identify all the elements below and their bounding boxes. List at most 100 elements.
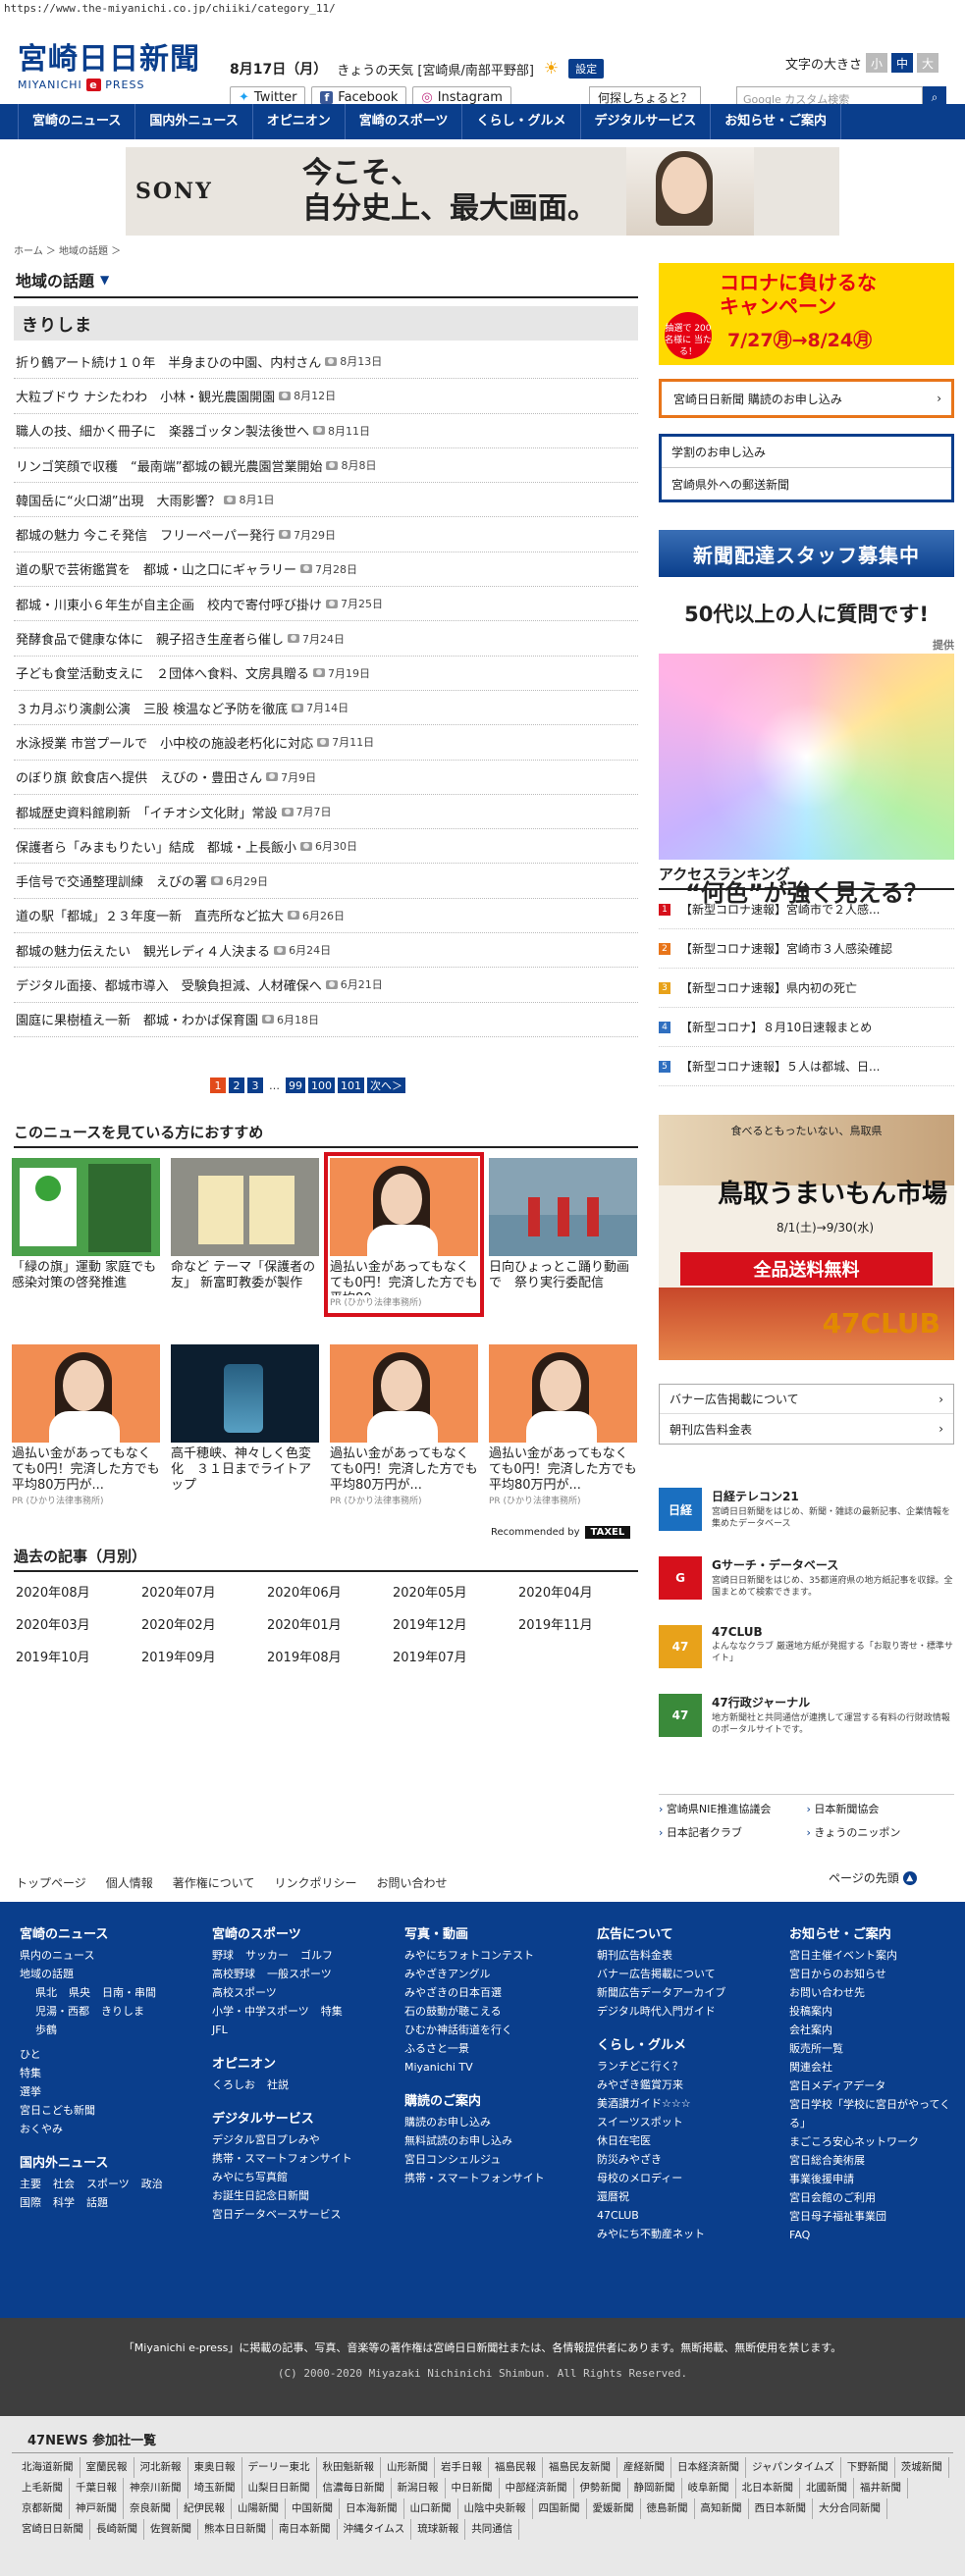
next-page-button[interactable]: 次へ＞ bbox=[367, 1078, 405, 1093]
footer-link[interactable]: ひむか神話街道を行く bbox=[404, 2021, 545, 2039]
member-paper-link[interactable]: 茨城新聞 bbox=[895, 2457, 949, 2478]
footer-link[interactable]: 小学・中学スポーツ bbox=[212, 2002, 309, 2021]
footer-link[interactable]: みやにちフォトコンテスト bbox=[404, 1946, 545, 1965]
member-paper-link[interactable]: 山陰中央新報 bbox=[458, 2498, 533, 2519]
footer-link[interactable]: 防災みやざき bbox=[597, 2150, 725, 2169]
article-item[interactable]: 韓国岳に“火口湖”出現 大雨影響？ 8月1日 bbox=[14, 483, 638, 518]
article-item[interactable]: 保護者ら「みまもりたい」結成 都城・上長飯小 6月30日 bbox=[14, 829, 638, 865]
footer-link[interactable]: 児湯・西都 bbox=[35, 2002, 89, 2021]
member-paper-link[interactable]: 紀伊民報 bbox=[178, 2498, 232, 2519]
service-item[interactable]: 日経 日経テレコン21 宮崎日日新聞をはじめ、新聞・雑誌の最新記事、企業情報を集めた… bbox=[659, 1484, 954, 1552]
ranking-item[interactable]: 4 【新型コロナ】８月10日速報まとめ bbox=[659, 1008, 954, 1047]
nav-life-gourmet[interactable]: くらし・グルメ bbox=[462, 104, 581, 139]
member-paper-link[interactable]: 共同通信 bbox=[465, 2519, 520, 2540]
ad-color-quiz[interactable]: 50代以上の人に質問です! 提供 “何色”が強く見える？ bbox=[659, 599, 954, 908]
member-paper-link[interactable]: 新潟日報 bbox=[392, 2478, 446, 2498]
article-item[interactable]: 道の駅「都城」２３年度一新 直売所など拡大 6月26日 bbox=[14, 899, 638, 934]
footer-link[interactable]: サッカー bbox=[245, 1946, 289, 1965]
nav-world-news[interactable]: 国内外ニュース bbox=[135, 104, 253, 139]
footer-link[interactable]: おくやみ bbox=[20, 2120, 177, 2138]
campaign-banner[interactable]: コロナに負けるな キャンペーン 抽選で 200名様に 当たる！ 7/27㊊→8/2… bbox=[659, 263, 954, 365]
footer-link[interactable]: 宮日こども新聞 bbox=[20, 2101, 177, 2120]
service-item[interactable]: 47 47CLUB よんななクラブ 厳選地方紙が発掘する「お取り寄せ・標準サイト」 bbox=[659, 1621, 954, 1690]
weather-label[interactable]: きょうの天気 [宮崎県/南部平野部] bbox=[337, 60, 534, 79]
member-paper-link[interactable]: 奈良新聞 bbox=[124, 2498, 178, 2519]
nav-info[interactable]: お知らせ・ご案内 bbox=[711, 104, 841, 139]
footer-link[interactable]: スイーツスポット bbox=[597, 2113, 725, 2131]
member-paper-link[interactable]: 長崎新聞 bbox=[90, 2519, 144, 2540]
footer-link[interactable]: 社説 bbox=[267, 2076, 289, 2094]
service-item[interactable]: 47 47行政ジャーナル 地方新聞社と共同通信が連携して運営する有料の行財政情報のポ… bbox=[659, 1690, 954, 1759]
footer-link[interactable]: 野球 bbox=[212, 1946, 234, 1965]
footer-link[interactable]: 選挙 bbox=[20, 2082, 177, 2101]
footer-link[interactable]: 美酒讃ガイド☆☆☆ bbox=[597, 2094, 725, 2113]
member-paper-link[interactable]: 北國新聞 bbox=[800, 2478, 854, 2498]
member-paper-link[interactable]: 宮崎日日新聞 bbox=[16, 2519, 90, 2540]
footer-link[interactable]: 携帯・スマートフォンサイト bbox=[212, 2149, 369, 2168]
member-paper-link[interactable]: 伊勢新聞 bbox=[574, 2478, 628, 2498]
archive-month-link[interactable]: 2019年12月 bbox=[393, 1614, 518, 1633]
member-paper-link[interactable]: 日本海新聞 bbox=[340, 2498, 404, 2519]
article-item[interactable]: デジタル面接、都城市導入 受験負担減、人材確保へ 6月21日 bbox=[14, 968, 638, 1003]
member-paper-link[interactable]: 山口新聞 bbox=[404, 2498, 458, 2519]
footer-link[interactable]: 宮日総合美術展 bbox=[789, 2151, 956, 2170]
member-paper-link[interactable]: 埼玉新聞 bbox=[188, 2478, 242, 2498]
member-paper-link[interactable]: 琉球新報 bbox=[411, 2519, 466, 2540]
page-link[interactable]: 100 bbox=[308, 1078, 335, 1093]
footer-link[interactable]: 無料試読のお申し込み bbox=[404, 2131, 545, 2150]
article-item[interactable]: 子ども食堂活動支えに ２団体へ食料、文房具贈る 7月19日 bbox=[14, 657, 638, 691]
footer-link[interactable]: 高校スポーツ bbox=[212, 1983, 277, 2002]
page-top-button[interactable]: ページの先頭 ▲ bbox=[829, 1869, 917, 1886]
recommend-item-pr[interactable]: 過払い金があってもなくても0円！完済した方でも平均80万円が... PR (ひか… bbox=[330, 1344, 478, 1509]
article-item[interactable]: 都城歴史資料館刷新 「イチオシ文化財」常設 7月7日 bbox=[14, 795, 638, 830]
member-paper-link[interactable]: 千葉日報 bbox=[70, 2478, 124, 2498]
member-paper-link[interactable]: 日本経済新聞 bbox=[671, 2457, 746, 2478]
footer-link[interactable]: JFL bbox=[212, 2021, 228, 2039]
member-paper-link[interactable]: 京都新聞 bbox=[16, 2498, 70, 2519]
footer-link[interactable]: みやにち不動産ネット bbox=[597, 2225, 725, 2243]
member-paper-link[interactable]: 沖縄タイムス bbox=[338, 2519, 412, 2540]
archive-month-link[interactable]: 2019年07月 bbox=[393, 1647, 518, 1665]
footer-link[interactable]: 宮日会館のご利用 bbox=[789, 2188, 956, 2207]
archive-month-link[interactable]: 2019年11月 bbox=[518, 1614, 644, 1633]
footer-link[interactable]: 地域の話題 bbox=[20, 1965, 177, 1983]
footer-link[interactable]: お誕生日記念日新聞 bbox=[212, 2186, 369, 2205]
footer-link[interactable]: みやざき鑑賞万来 bbox=[597, 2076, 725, 2094]
footer-link[interactable]: リンクポリシー bbox=[274, 1874, 356, 1891]
footer-link[interactable]: Miyanichi TV bbox=[404, 2058, 545, 2077]
site-logo[interactable]: 宮崎日日新聞 MIYANICHI e PRESS bbox=[18, 43, 202, 91]
footer-link[interactable]: ひと bbox=[20, 2045, 177, 2064]
member-paper-link[interactable]: ジャパンタイムズ bbox=[746, 2457, 841, 2478]
footer-link[interactable]: 話題 bbox=[86, 2193, 108, 2212]
footer-link[interactable]: トップページ bbox=[16, 1874, 86, 1891]
member-paper-link[interactable]: デーリー東北 bbox=[242, 2457, 317, 2478]
footer-link[interactable]: 一般スポーツ bbox=[267, 1965, 332, 1983]
footer-link[interactable]: 県北 bbox=[35, 1983, 57, 2002]
footer-link[interactable]: 政治 bbox=[141, 2175, 163, 2193]
footer-link[interactable]: くろしお bbox=[212, 2076, 255, 2094]
article-item[interactable]: 折り鶴アート続け１０年 半身まひの中園、内村さん 8月13日 bbox=[14, 344, 638, 380]
footer-link[interactable]: 国際 bbox=[20, 2193, 41, 2212]
footer-link[interactable]: スポーツ bbox=[86, 2175, 130, 2193]
footer-link[interactable]: 還暦祝 bbox=[597, 2187, 725, 2206]
member-paper-link[interactable]: 中部経済新聞 bbox=[500, 2478, 574, 2498]
article-item[interactable]: 大粒ブドウ ナシたわわ 小林・観光農園開園 8月12日 bbox=[14, 379, 638, 414]
nav-opinion[interactable]: オピニオン bbox=[253, 104, 346, 139]
recommended-by[interactable]: Recommended by TAXEL bbox=[491, 1526, 631, 1539]
footer-link[interactable]: 販売所一覧 bbox=[789, 2039, 956, 2058]
recommend-item-pr[interactable]: 過払い金があってもなくても0円！完済した方でも平均80万円が... PR (ひか… bbox=[12, 1344, 160, 1509]
footer-link[interactable]: 日南・串間 bbox=[102, 1983, 156, 2002]
archive-month-link[interactable]: 2020年04月 bbox=[518, 1582, 644, 1601]
footer-link[interactable]: 著作権について bbox=[173, 1874, 255, 1891]
member-paper-link[interactable]: 静岡新聞 bbox=[628, 2478, 682, 2498]
footer-link[interactable]: 会社案内 bbox=[789, 2021, 956, 2039]
footer-link[interactable]: 県内のニュース bbox=[20, 1946, 177, 1965]
footer-link[interactable]: ゴルフ bbox=[300, 1946, 333, 1965]
dropdown-icon[interactable]: ▼ bbox=[100, 273, 109, 287]
recommend-item[interactable]: 日向ひょっとこ踊り動画で 祭り実行委配信 bbox=[489, 1158, 637, 1307]
member-paper-link[interactable]: 山陽新聞 bbox=[232, 2498, 286, 2519]
banner-ad-link[interactable]: バナー広告掲載について › bbox=[660, 1385, 953, 1414]
article-item[interactable]: 水泳授業 市営プールで 小中校の施設老朽化に対応 7月11日 bbox=[14, 725, 638, 761]
member-paper-link[interactable]: 愛媛新聞 bbox=[587, 2498, 641, 2519]
member-paper-link[interactable]: 中日新聞 bbox=[446, 2478, 500, 2498]
